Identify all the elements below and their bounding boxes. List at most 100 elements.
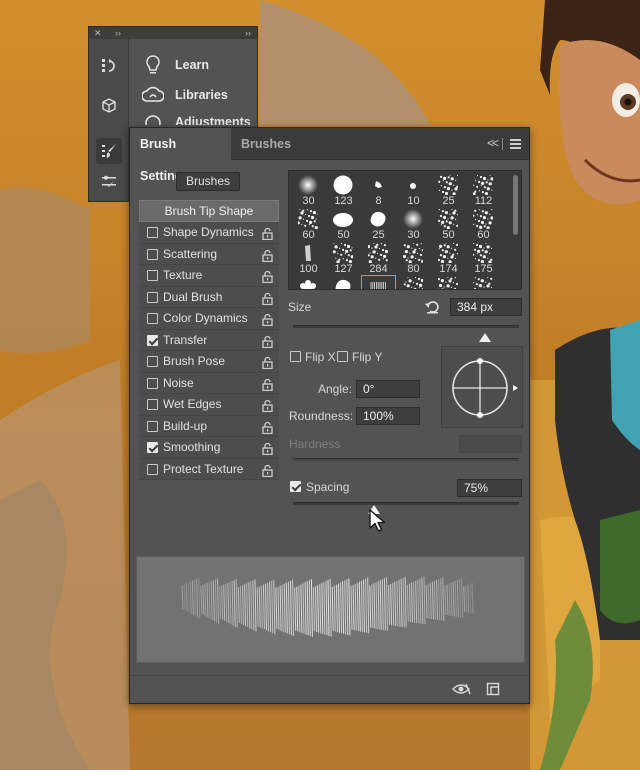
history-tool-icon[interactable] (96, 53, 122, 79)
lock-icon[interactable] (262, 463, 273, 477)
option-checkbox[interactable] (147, 356, 158, 367)
panel-menu-icon[interactable] (510, 139, 521, 149)
expand-icon[interactable]: ›› (115, 27, 121, 39)
spacing-field[interactable]: 75% (457, 479, 522, 497)
tab-brush-settings[interactable]: Brush Settings (130, 128, 231, 183)
brush-tip-cell[interactable]: 60 (467, 208, 500, 241)
size-slider-thumb[interactable] (479, 333, 492, 342)
reset-size-icon[interactable] (424, 299, 440, 318)
brush-tip-cell[interactable]: 123 (327, 174, 360, 207)
brush-option-shape-dynamics[interactable]: Shape Dynamics (139, 222, 279, 244)
brush-option-dual-brush[interactable]: Dual Brush (139, 286, 279, 308)
brush-tip-cell[interactable]: 112 (467, 174, 500, 207)
option-checkbox[interactable] (147, 377, 158, 389)
collapse-icon[interactable]: ›› (245, 27, 251, 39)
brush-tip-cell[interactable]: 25 (362, 208, 395, 241)
size-slider-track[interactable] (293, 325, 519, 328)
tab-brushes[interactable]: Brushes (231, 128, 301, 160)
brush-option-wet-edges[interactable]: Wet Edges (139, 394, 279, 416)
lock-icon[interactable] (262, 269, 273, 284)
brush-tip-cell[interactable]: 10 (397, 174, 430, 207)
brushes-button[interactable]: Brushes (176, 172, 240, 191)
brush-tip-cell[interactable]: 174 (432, 242, 465, 275)
spacing-checkbox[interactable] (290, 481, 301, 492)
option-checkbox[interactable] (147, 463, 158, 475)
brush-option-texture[interactable]: Texture (139, 265, 279, 287)
brush-tip-size: 100 (299, 263, 318, 275)
close-icon[interactable]: ✕ (94, 27, 102, 39)
spacing-slider-track[interactable] (293, 502, 519, 505)
brush-tip-cell[interactable] (467, 276, 500, 289)
brush-option-smoothing[interactable]: Smoothing (139, 437, 279, 459)
brush-presets-icon[interactable] (96, 169, 122, 195)
brush-tip-size: 123 (334, 195, 353, 207)
brush-tip-cell[interactable] (397, 276, 430, 289)
new-brush-icon[interactable] (486, 682, 500, 699)
brush-tip-cell[interactable]: 30 (397, 208, 430, 241)
option-checkbox[interactable] (147, 227, 158, 238)
brush-option-build-up[interactable]: Build-up (139, 415, 279, 437)
brush-tip-cell[interactable]: 25 (432, 174, 465, 207)
brush-option-protect-texture[interactable]: Protect Texture (139, 458, 279, 480)
brush-settings-panel: Brush Settings Brushes << Brushes Brush … (129, 127, 530, 704)
brush-tip-cell[interactable]: 50 (432, 208, 465, 241)
lock-icon[interactable] (262, 312, 273, 327)
brush-tip-cell[interactable]: 60 (292, 208, 325, 241)
brush-tip-cell[interactable]: 127 (327, 242, 360, 275)
lock-icon[interactable] (262, 291, 273, 305)
option-checkbox[interactable] (147, 442, 158, 453)
option-checkbox[interactable] (147, 291, 158, 303)
collapse-panel-icon[interactable]: << (487, 136, 499, 150)
lock-icon[interactable] (262, 226, 273, 241)
brush-tip-cell[interactable]: 284 (362, 242, 395, 275)
roundness-field[interactable]: 100% (356, 407, 420, 425)
dock-item-adjustments[interactable]: Adjustments (141, 111, 251, 125)
size-field[interactable]: 384 px (450, 298, 522, 316)
angle-roundness-widget[interactable] (441, 346, 523, 428)
option-checkbox[interactable] (147, 399, 158, 410)
brush-tip-cell[interactable]: 100 (292, 242, 325, 275)
option-label: Dual Brush (163, 289, 223, 304)
brush-option-transfer[interactable]: Transfer (139, 329, 279, 351)
brush-tip-cell[interactable] (432, 276, 465, 289)
brush-option-noise[interactable]: Noise (139, 372, 279, 394)
toggle-preview-icon[interactable] (451, 682, 471, 699)
3d-cube-icon[interactable] (96, 93, 122, 119)
brush-option-brush-pose[interactable]: Brush Pose (139, 351, 279, 373)
brush-settings-icon[interactable] (96, 138, 122, 164)
lock-icon[interactable] (262, 355, 273, 370)
brush-tip-cell[interactable]: 30 (292, 174, 325, 207)
brush-tip-cell[interactable]: 50 (327, 208, 360, 241)
brush-option-scattering[interactable]: Scattering (139, 243, 279, 265)
dock-item-libraries[interactable]: Libraries (141, 82, 228, 108)
lock-icon[interactable] (262, 248, 273, 262)
flip-x-checkbox[interactable] (290, 351, 301, 362)
brush-tip-cell[interactable] (361, 275, 396, 289)
angle-field[interactable]: 0° (356, 380, 420, 398)
option-label: Build-up (163, 418, 208, 433)
brush-tip-size: 8 (375, 195, 382, 207)
brush-tip-shape-item[interactable]: Brush Tip Shape (139, 200, 279, 222)
lock-icon[interactable] (262, 398, 273, 413)
brush-tip-cell[interactable] (327, 276, 360, 289)
brush-tip-cell[interactable]: 80 (397, 242, 430, 275)
brush-option-color-dynamics[interactable]: Color Dynamics (139, 308, 279, 330)
brush-tip-cell[interactable]: 8 (362, 174, 395, 207)
dock-item-learn[interactable]: Learn (141, 52, 209, 78)
option-checkbox[interactable] (147, 313, 158, 324)
option-checkbox[interactable] (147, 248, 158, 260)
dock-item-label: Learn (175, 58, 210, 72)
dock-item-label: Libraries (175, 88, 228, 102)
grid-scrollbar[interactable] (513, 175, 518, 235)
option-checkbox[interactable] (147, 334, 158, 346)
lock-icon[interactable] (262, 441, 273, 456)
lock-icon[interactable] (262, 334, 273, 348)
brush-tip-cell[interactable]: 175 (467, 242, 500, 275)
option-checkbox[interactable] (147, 420, 158, 432)
lock-icon[interactable] (262, 377, 273, 391)
brush-tip-cell[interactable] (292, 276, 325, 289)
lock-icon[interactable] (262, 420, 273, 434)
option-checkbox[interactable] (147, 270, 158, 281)
flip-y-checkbox[interactable] (337, 351, 348, 362)
brush-tip-thumbnail (333, 175, 353, 195)
